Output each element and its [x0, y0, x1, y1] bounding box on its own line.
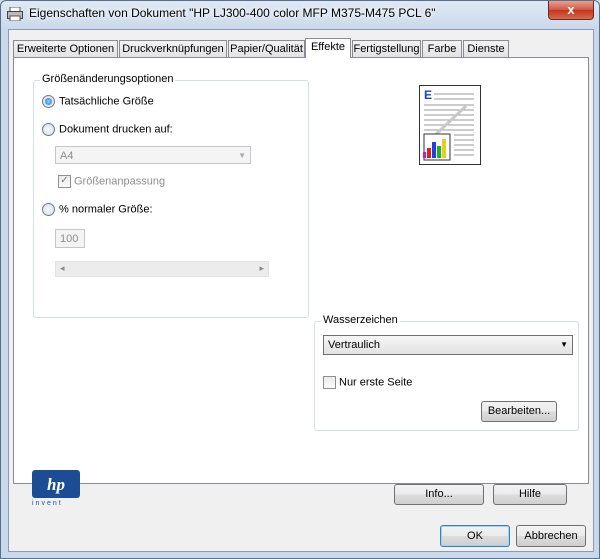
close-button[interactable]: x — [548, 1, 594, 20]
help-button[interactable]: Hilfe — [493, 484, 567, 505]
tab-effects[interactable]: Effekte — [305, 38, 351, 58]
fit-to-size-checkbox[interactable]: ✓ — [58, 175, 71, 188]
window-title: Eigenschaften von Dokument "HP LJ300-400… — [29, 6, 436, 20]
actual-size-option[interactable]: Tatsächliche Größe — [42, 95, 154, 109]
close-icon: x — [567, 2, 575, 17]
preview-graphic: E — [423, 88, 474, 161]
percent-size-label: % normaler Größe: — [59, 203, 153, 216]
first-page-only-checkbox[interactable] — [323, 376, 336, 389]
paper-size-value: A4 — [60, 150, 74, 162]
properties-dialog: Eigenschaften von Dokument "HP LJ300-400… — [0, 0, 600, 559]
ok-button[interactable]: OK — [440, 525, 510, 547]
watermark-select[interactable]: Vertraulich ▼ — [323, 335, 573, 355]
tab-color[interactable]: Farbe — [422, 40, 462, 57]
watermark-value: Vertraulich — [328, 339, 380, 351]
printer-icon — [7, 6, 23, 22]
print-document-on-label: Dokument drucken auf: — [59, 123, 173, 136]
edit-watermark-button[interactable]: Bearbeiten... — [481, 401, 557, 422]
percent-scrollbar[interactable]: ◂ ▸ — [55, 261, 269, 277]
percent-value: 100 — [60, 233, 79, 245]
page-preview: E — [419, 85, 481, 165]
watermark-group: Wasserzeichen Vertraulich ▼ Nur erste Se… — [314, 314, 579, 431]
watermark-title: Wasserzeichen — [321, 314, 400, 326]
fit-to-size-label: Größenanpassung — [74, 175, 166, 188]
scroll-right-icon[interactable]: ▸ — [259, 263, 264, 274]
percent-input[interactable]: 100 — [55, 229, 85, 248]
resize-options-title: Größenänderungsoptionen — [40, 73, 176, 85]
chevron-down-icon: ▼ — [238, 151, 246, 160]
chevron-down-icon: ▼ — [560, 340, 568, 349]
tab-shortcuts[interactable]: Druckverknüpfungen — [119, 40, 227, 57]
title-bar[interactable]: Eigenschaften von Dokument "HP LJ300-400… — [1, 1, 599, 29]
first-page-only-label: Nur erste Seite — [339, 376, 413, 389]
first-page-only-option[interactable]: Nur erste Seite — [323, 376, 412, 390]
fit-to-size-option[interactable]: ✓ Größenanpassung — [58, 175, 165, 189]
tab-paper-quality[interactable]: Papier/Qualität — [228, 40, 305, 57]
actual-size-radio[interactable] — [42, 95, 55, 108]
svg-text:hp: hp — [47, 475, 65, 494]
actual-size-label: Tatsächliche Größe — [59, 95, 154, 108]
effects-panel: Größenänderungsoptionen Tatsächliche Grö… — [13, 57, 589, 484]
percent-size-radio[interactable] — [42, 203, 55, 216]
scroll-left-icon[interactable]: ◂ — [60, 263, 65, 274]
svg-text:E: E — [424, 88, 432, 102]
tab-advanced[interactable]: Erweiterte Optionen — [13, 40, 118, 57]
paper-size-select[interactable]: A4 ▼ — [55, 146, 251, 164]
tab-services[interactable]: Dienste — [463, 40, 509, 57]
print-document-on-radio[interactable] — [42, 123, 55, 136]
percent-size-option[interactable]: % normaler Größe: — [42, 203, 153, 217]
hp-logo-icon: hp — [32, 470, 80, 498]
resize-options-group: Größenänderungsoptionen Tatsächliche Grö… — [33, 73, 309, 318]
tab-finishing[interactable]: Fertigstellung — [352, 40, 421, 57]
dialog-client: Erweiterte Optionen Druckverknüpfungen P… — [8, 29, 594, 552]
cancel-button[interactable]: Abbrechen — [516, 525, 586, 547]
info-button[interactable]: Info... — [394, 484, 484, 505]
hp-logo: hp invent — [32, 470, 82, 510]
hp-logo-tagline: invent — [32, 500, 63, 507]
print-document-on-option[interactable]: Dokument drucken auf: — [42, 123, 173, 137]
